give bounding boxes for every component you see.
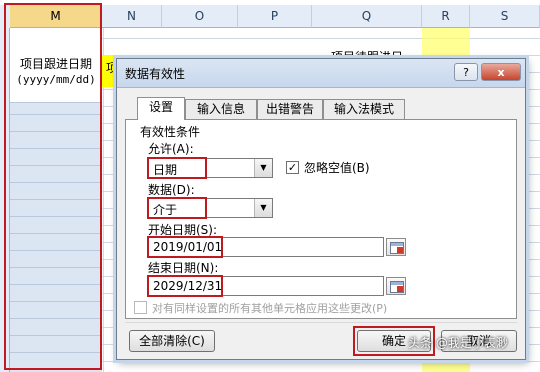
- dialog-separator: [125, 322, 517, 323]
- tab-ime-mode[interactable]: 输入法模式: [323, 99, 405, 119]
- ignore-blank-checkbox[interactable]: ✓: [286, 161, 299, 174]
- dialog-titlebar[interactable]: 数据有效性 ? x: [117, 59, 525, 88]
- settings-panel: 有效性条件 允许(A): 日期 ▼ ✓ 忽略空值(B) 数据(D): 介于 ▼ …: [125, 119, 517, 319]
- tab-error-alert[interactable]: 出错警告: [257, 99, 323, 119]
- column-header-q[interactable]: Q: [312, 5, 422, 28]
- column-header-n[interactable]: N: [102, 5, 162, 28]
- column-header-s[interactable]: S: [470, 5, 540, 28]
- end-date-label: 结束日期(N):: [148, 261, 219, 275]
- start-date-input[interactable]: 2019/01/01: [148, 237, 384, 257]
- allow-select[interactable]: 日期 ▼: [148, 158, 273, 178]
- dialog-title: 数据有效性: [125, 67, 186, 81]
- allow-label: 允许(A):: [148, 142, 194, 156]
- start-date-label: 开始日期(S):: [148, 223, 218, 237]
- chevron-down-icon[interactable]: ▼: [254, 199, 272, 217]
- clear-all-button[interactable]: 全部清除(C): [129, 330, 215, 352]
- ignore-blank-label[interactable]: 忽略空值(B): [304, 159, 370, 176]
- data-label: 数据(D):: [148, 183, 195, 197]
- data-operator-value: 介于: [153, 203, 178, 217]
- data-validation-dialog: 数据有效性 ? x 设置 输入信息 出错警告 输入法模式 有效性条件 允许(A)…: [116, 58, 526, 360]
- column-header-o[interactable]: O: [162, 5, 238, 28]
- chevron-down-icon[interactable]: ▼: [254, 159, 272, 177]
- data-operator-select[interactable]: 介于 ▼: [148, 198, 273, 218]
- watermark: 头条 @我是小表渺: [408, 336, 508, 350]
- apply-all-label: 对有同样设置的所有其他单元格应用这些更改(P): [152, 302, 388, 315]
- validation-criteria-label: 有效性条件: [140, 125, 201, 139]
- end-date-input[interactable]: 2029/12/31: [148, 276, 384, 296]
- tab-settings[interactable]: 设置: [137, 97, 185, 120]
- allow-value: 日期: [153, 163, 178, 177]
- close-button[interactable]: x: [481, 63, 521, 81]
- apply-all-checkbox[interactable]: [134, 301, 147, 314]
- tab-input-message[interactable]: 输入信息: [185, 99, 257, 119]
- column-header-r[interactable]: R: [422, 5, 470, 28]
- column-header-p[interactable]: P: [238, 5, 312, 28]
- column-m-highlight: [4, 3, 102, 370]
- help-button[interactable]: ?: [454, 63, 478, 81]
- range-select-icon[interactable]: [386, 238, 406, 256]
- range-select-icon[interactable]: [386, 277, 406, 295]
